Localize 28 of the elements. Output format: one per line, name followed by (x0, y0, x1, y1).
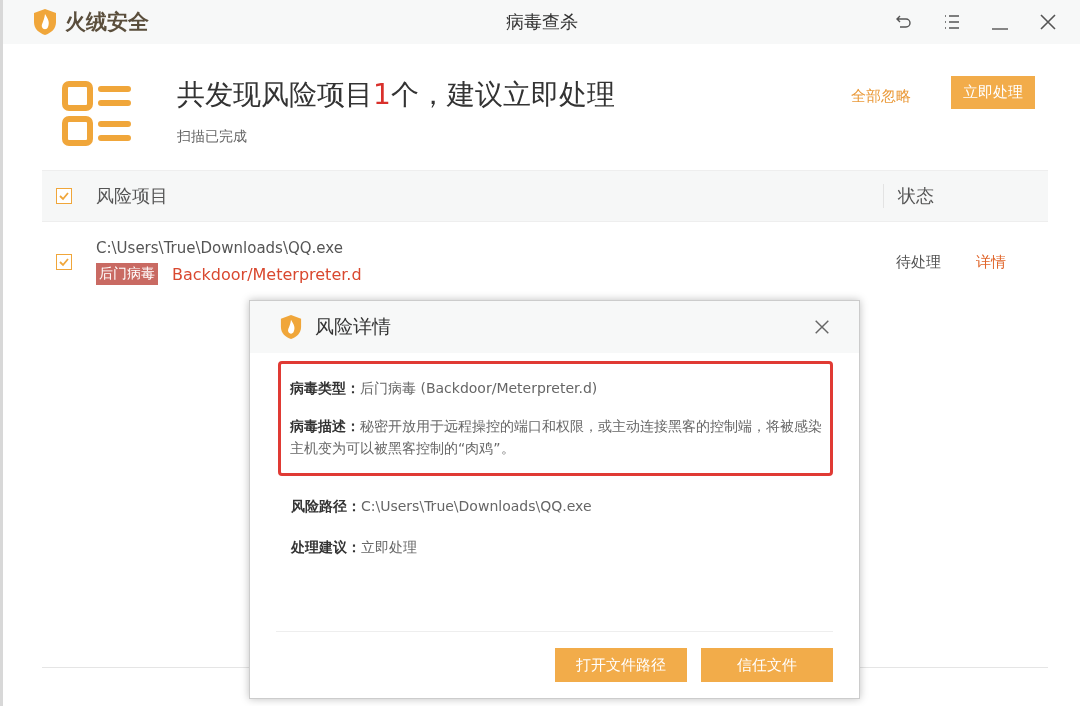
ignore-all-link[interactable]: 全部忽略 (851, 87, 911, 106)
virus-name: Backdoor/Meterpreter.d (172, 264, 362, 284)
details-link[interactable]: 详情 (976, 252, 1048, 272)
detail-text: 病毒类型：后门病毒 (Backdoor/Meterpreter.d) (290, 379, 599, 398)
dialog-title: 风险详情 (315, 314, 391, 339)
shield-flame-icon (280, 314, 302, 340)
detail-text: 处理建议：立即处理 (291, 538, 418, 557)
row-checkbox[interactable] (56, 254, 72, 270)
open-path-button[interactable]: 打开文件路径 (555, 648, 687, 682)
brand-name: 火绒安全 (65, 9, 149, 36)
list-icon (61, 80, 131, 148)
status-text: 待处理 (896, 252, 942, 272)
process-now-button[interactable]: 立即处理 (951, 76, 1035, 109)
summary-title: 共发现风险项目 1个，建议立即处理 (177, 77, 616, 113)
select-all-checkbox[interactable] (56, 188, 72, 204)
column-header: 状态 (883, 184, 1048, 208)
menu-icon[interactable] (942, 12, 962, 32)
file-path: C:\Users\True\Downloads\QQ.exe (96, 239, 344, 257)
detail-text: 风险路径：C:\Users\True\Downloads\QQ.exe (291, 497, 593, 516)
virus-type-tag: 后门病毒 (96, 263, 158, 285)
column-header: 风险项目 (96, 184, 169, 208)
scan-status: 扫描已完成 (177, 128, 248, 146)
close-icon[interactable] (1038, 12, 1058, 32)
detail-text: 病毒描述：秘密开放用于远程操控的端口和权限，或主动连接黑客的控制端，将被感染主机变为可以被黑客控制的“肉鸡”。 (290, 417, 823, 458)
trust-file-button[interactable]: 信任文件 (701, 648, 833, 682)
close-icon[interactable] (813, 318, 831, 336)
shield-flame-icon (33, 8, 57, 36)
window-title: 病毒查杀 (505, 10, 578, 34)
